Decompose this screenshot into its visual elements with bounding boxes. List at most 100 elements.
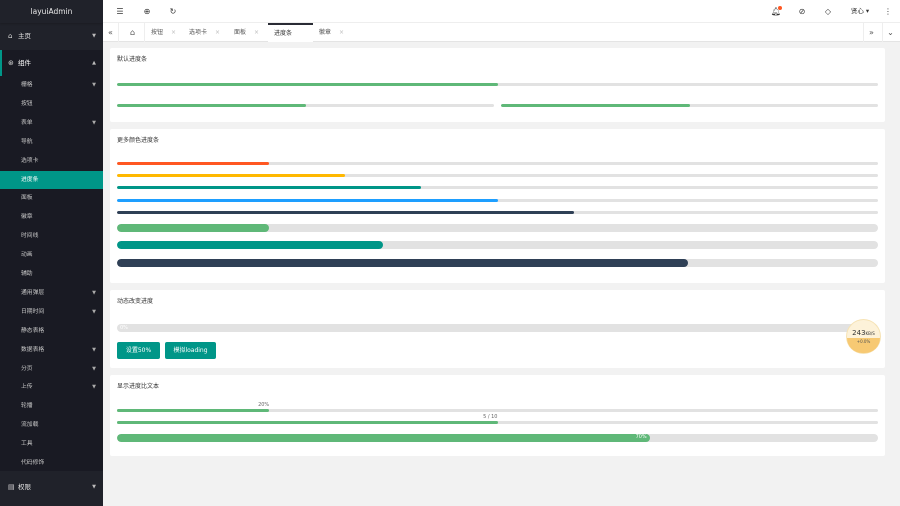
progress-fill: 5 / 10 bbox=[117, 414, 498, 424]
sidebar-subitem[interactable]: 流加载 bbox=[0, 416, 103, 435]
progress-fill bbox=[117, 241, 384, 249]
progress-label: 20% bbox=[258, 402, 270, 408]
sidebar-subitem[interactable]: 通用弹层 ▼ bbox=[0, 284, 103, 303]
chevron-down-icon: ▼ bbox=[92, 289, 96, 296]
sidebar: layuiAdmin ⌂ 主页 ▼ ⊛ 组件 ▲ 栅格 ▼ 按钮 表单 ▼ 导航选项卡进度条面… bbox=[0, 0, 103, 506]
close-icon[interactable]: × bbox=[171, 29, 176, 36]
chevron-down-icon: ▼ bbox=[92, 82, 96, 88]
chevron-down-icon: ▼ bbox=[92, 119, 96, 126]
sidebar-subitem[interactable]: 时间线 bbox=[0, 227, 103, 246]
card-text-progress: 显示进度比文本 20% 5 / 10 70% bbox=[110, 375, 885, 456]
progress-bar bbox=[117, 224, 878, 232]
progress-bar bbox=[117, 174, 878, 177]
sidebar-subitem[interactable]: 上传 ▼ bbox=[0, 378, 103, 397]
sidebar-submenu: 栅格 ▼ 按钮 表单 ▼ 导航选项卡进度条 面板 徽章时间线动画辅助通用弹层 ▼ 日期时间 ▼ 静态表… bbox=[0, 76, 103, 471]
sidebar-subitem[interactable]: 数据表格 ▼ bbox=[0, 341, 103, 360]
sidebar-subitem[interactable]: 动画 bbox=[0, 246, 103, 265]
network-speed-widget[interactable]: 243KB/S +0.0% bbox=[847, 320, 880, 353]
simulate-loading-button[interactable]: 模拟loading bbox=[165, 342, 216, 359]
close-icon[interactable]: × bbox=[215, 29, 220, 36]
sidebar-subitem[interactable]: 进度条 bbox=[0, 170, 103, 190]
card-title: 显示进度比文本 bbox=[117, 383, 160, 390]
dynamic-progress-bar: 0% bbox=[117, 324, 878, 332]
tab-menu-chevron-icon[interactable]: ⌄ bbox=[882, 23, 898, 42]
sidebar-subitem-label: 辅助 bbox=[21, 271, 33, 277]
notification-dot bbox=[778, 6, 782, 10]
progress-fill bbox=[117, 162, 270, 165]
sidebar-subitem[interactable]: 日期时间 ▼ bbox=[0, 303, 103, 322]
progress-bar bbox=[117, 259, 878, 267]
tab-label: 面板 bbox=[234, 29, 247, 36]
home-tab-icon[interactable]: ⌂ bbox=[121, 23, 145, 42]
set-50-button[interactable]: 设置50% bbox=[117, 342, 160, 359]
sidebar-subitem[interactable]: 工具 bbox=[0, 435, 103, 454]
tab-label: 按钮 bbox=[151, 29, 164, 36]
sidebar-item-home[interactable]: ⌂ 主页 ▼ bbox=[0, 23, 103, 49]
speed-delta: +0.0% bbox=[856, 339, 871, 344]
sidebar-subitem[interactable]: 轮播 bbox=[0, 397, 103, 416]
tab-item[interactable]: 选项卡 × bbox=[183, 23, 220, 42]
sidebar-subitem-label: 数据表格 bbox=[21, 346, 45, 353]
sidebar-subitem[interactable]: 代码修饰 bbox=[0, 454, 103, 473]
sidebar-item-label: 组件 bbox=[18, 59, 31, 67]
lock-icon: ▤ bbox=[8, 483, 15, 491]
sidebar-subitem[interactable]: 静态表格 bbox=[0, 322, 103, 341]
refresh-icon[interactable]: ↻ bbox=[166, 0, 180, 23]
progress-fill bbox=[117, 186, 422, 189]
close-icon[interactable]: × bbox=[339, 29, 344, 36]
sidebar-subitem[interactable]: 辅助 bbox=[0, 265, 103, 284]
progress-fill bbox=[117, 83, 498, 86]
sidebar-subitem[interactable]: 表单 ▼ bbox=[0, 114, 103, 133]
chevron-down-icon: ▼ bbox=[92, 384, 96, 391]
chevron-down-icon: ▼ bbox=[92, 308, 96, 315]
sidebar-subitem-label: 流加载 bbox=[21, 422, 39, 429]
tag-icon[interactable]: ◇ bbox=[821, 0, 835, 23]
notification-icon[interactable]: 🔔︎ bbox=[769, 0, 783, 23]
sidebar-item-components[interactable]: ⊛ 组件 ▲ bbox=[0, 50, 103, 76]
card-title: 动态改变进度 bbox=[117, 298, 154, 305]
sidebar-subitem-label: 日期时间 bbox=[21, 308, 45, 315]
sidebar-subitem-label: 时间线 bbox=[21, 233, 39, 240]
progress-fill bbox=[117, 199, 498, 202]
tab-item[interactable]: 按钮 × bbox=[145, 23, 176, 42]
sidebar-item-label: 权限 bbox=[18, 483, 31, 491]
speed-value: 243 bbox=[852, 329, 866, 337]
sidebar-item-permissions[interactable]: ▤ 权限 ▼ bbox=[0, 474, 103, 500]
sidebar-subitem[interactable]: 徽章 bbox=[0, 208, 103, 227]
home-icon: ⌂ bbox=[8, 32, 13, 40]
sidebar-subitem[interactable]: 栅格 ▼ bbox=[0, 76, 103, 95]
progress-bar: 70% bbox=[117, 434, 878, 442]
progress-fill bbox=[117, 211, 574, 214]
tab-item[interactable]: 徽章 × bbox=[313, 23, 344, 42]
sidebar-subitem[interactable]: 导航 bbox=[0, 133, 103, 152]
progress-bar bbox=[117, 104, 494, 107]
tab-scroll-left-icon[interactable]: « bbox=[103, 23, 119, 42]
tab-bar: « ⌂ 按钮 × 选项卡 × 面板 × 进度条 徽章 × » ⌄ bbox=[103, 23, 900, 42]
speed-unit: KB/S bbox=[865, 331, 875, 336]
top-header: ☰ ⊕ ↻ 🔔︎ ⊘ ◇ 贤心 ▾ ⋮ bbox=[103, 0, 900, 23]
user-menu[interactable]: 贤心 ▾ bbox=[848, 0, 872, 23]
close-icon[interactable]: × bbox=[254, 29, 259, 36]
sidebar-subitem-label: 导航 bbox=[21, 138, 33, 145]
app-logo[interactable]: layuiAdmin bbox=[0, 0, 103, 23]
sidebar-subitem[interactable]: 面板 bbox=[0, 189, 103, 208]
sidebar-subitem[interactable]: 分页 ▼ bbox=[0, 360, 103, 379]
theme-icon[interactable]: ⊘ bbox=[795, 0, 809, 23]
card-default-progress: 默认进度条 bbox=[110, 48, 885, 122]
sidebar-subitem-label: 选项卡 bbox=[21, 157, 39, 164]
menu-toggle-icon[interactable]: ☰ bbox=[113, 0, 127, 23]
sidebar-subitem[interactable]: 按钮 bbox=[0, 95, 103, 114]
more-icon[interactable]: ⋮ bbox=[881, 0, 895, 23]
chevron-down-icon: ▼ bbox=[92, 33, 96, 39]
progress-fill bbox=[117, 224, 270, 232]
tab-scroll-right-icon[interactable]: » bbox=[863, 23, 879, 42]
tab-item[interactable]: 进度条 bbox=[268, 23, 313, 42]
progress-bar bbox=[117, 199, 878, 202]
sidebar-subitem[interactable]: 选项卡 bbox=[0, 152, 103, 171]
progress-bar bbox=[117, 162, 878, 165]
tab-item[interactable]: 面板 × bbox=[228, 23, 259, 42]
tab-label: 徽章 bbox=[319, 29, 332, 36]
globe-icon[interactable]: ⊕ bbox=[140, 0, 154, 23]
sidebar-subitem-label: 分页 bbox=[21, 365, 33, 372]
chevron-down-icon: ▼ bbox=[92, 365, 96, 372]
